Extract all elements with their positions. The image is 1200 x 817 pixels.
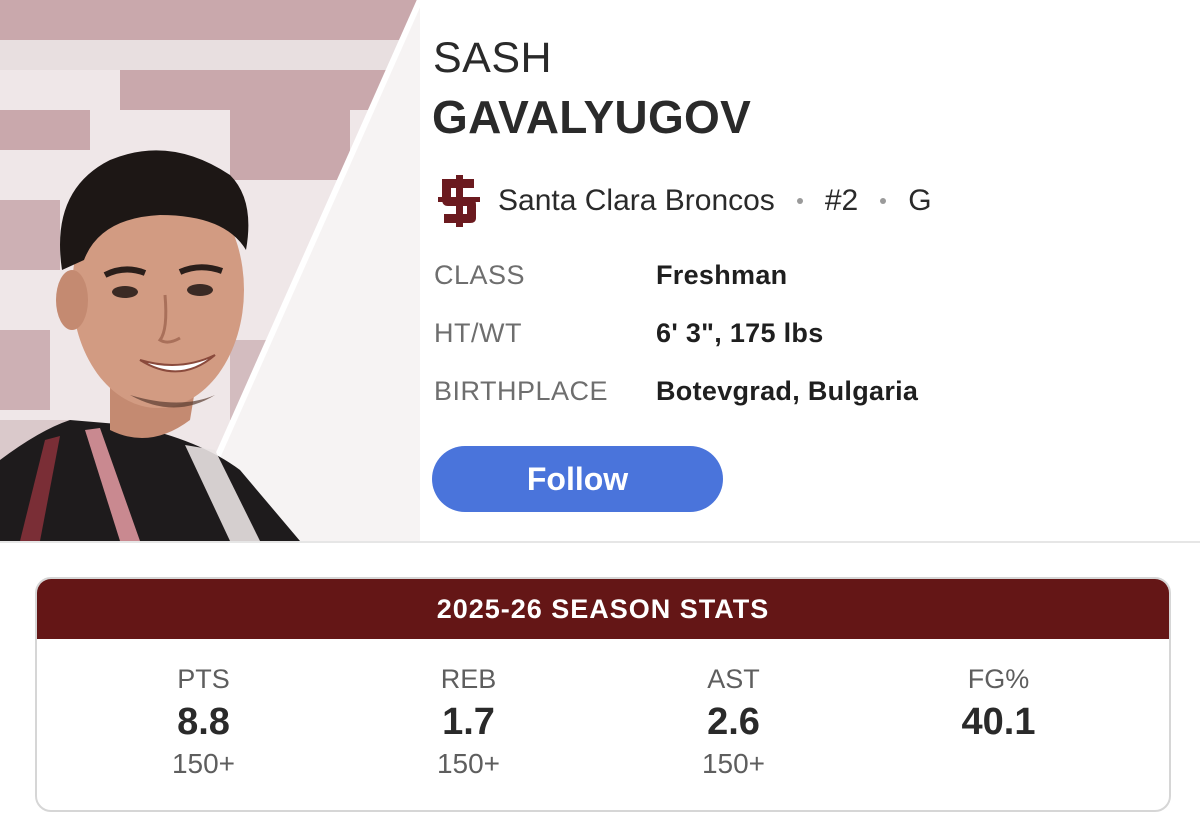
season-stats-title: 2025-26 SEASON STATS	[37, 579, 1169, 639]
stat-label: AST	[707, 664, 760, 694]
player-header: SASH GAVALYUGOV Santa Clara Broncos #2 G…	[0, 0, 1200, 541]
section-divider	[0, 541, 1200, 543]
stat-reb: REB 1.7 150+	[336, 639, 601, 781]
class-value: Freshman	[656, 260, 788, 290]
player-photo	[0, 0, 420, 541]
stat-value: 1.7	[442, 701, 495, 743]
birthplace-value: Botevgrad, Bulgaria	[656, 376, 919, 406]
team-name[interactable]: Santa Clara Broncos	[498, 184, 775, 218]
stat-ast: AST 2.6 150+	[601, 639, 866, 781]
stat-pts: PTS 8.8 150+	[71, 639, 336, 781]
separator-dot	[796, 198, 803, 204]
stat-value: 2.6	[707, 701, 760, 743]
stat-rank	[866, 747, 1131, 781]
stat-label: FG%	[967, 664, 1030, 694]
team-row: Santa Clara Broncos #2 G	[436, 175, 932, 227]
player-first-name: SASH	[433, 34, 553, 82]
stat-rank: 150+	[436, 748, 501, 779]
stat-rank: 150+	[171, 748, 236, 779]
class-label: CLASS	[434, 260, 526, 290]
season-stats-card: 2025-26 SEASON STATS PTS 8.8 150+ REB 1.…	[35, 577, 1171, 812]
ht-wt-label: HT/WT	[434, 318, 522, 348]
santa-clara-sc-logo-icon[interactable]	[436, 175, 482, 227]
follow-button[interactable]: Follow	[432, 446, 723, 512]
stat-value: 40.1	[961, 701, 1036, 743]
stat-rank: 150+	[701, 748, 766, 779]
player-last-name: GAVALYUGOV	[432, 91, 752, 143]
stats-row: PTS 8.8 150+ REB 1.7 150+ AST 2.6 150+ F…	[37, 639, 1169, 781]
stat-fg-pct: FG% 40.1	[866, 639, 1131, 781]
birthplace-label: BIRTHPLACE	[434, 376, 609, 406]
stat-value: 8.8	[177, 701, 230, 743]
stat-label: PTS	[177, 664, 230, 694]
player-position: G	[908, 184, 932, 217]
jersey-number: #2	[824, 184, 859, 217]
ht-wt-value: 6' 3", 175 lbs	[656, 318, 824, 348]
stat-label: REB	[440, 664, 497, 694]
separator-dot	[880, 198, 887, 204]
